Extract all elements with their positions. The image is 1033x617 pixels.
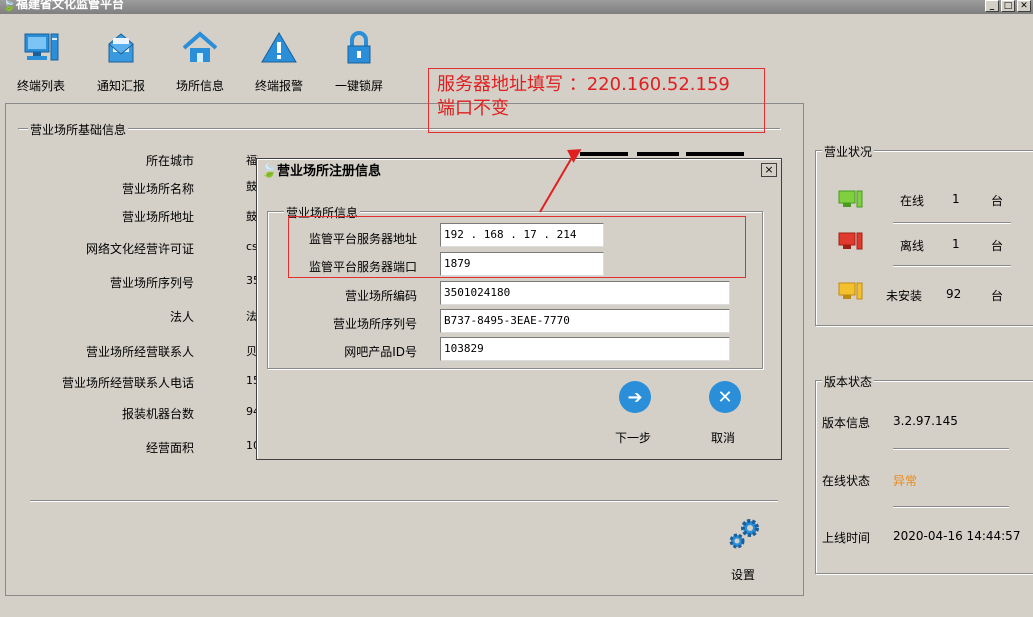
- window-buttons: _ □ ✕: [985, 0, 1031, 12]
- field-label-legal-person: 法人: [169, 310, 194, 324]
- status-count: 92: [946, 287, 962, 301]
- uptime-label: 上线时间: [822, 531, 871, 545]
- cancel-label[interactable]: 取消: [711, 429, 735, 446]
- field-label-serial: 营业场所序列号: [109, 276, 194, 290]
- toolbar-venue-info[interactable]: 场所信息: [170, 28, 230, 94]
- field-label-venue-address: 营业场所地址: [121, 210, 194, 224]
- product-id-label: 网吧产品ID号: [344, 345, 417, 359]
- version-separator: [893, 506, 1009, 507]
- redaction-bar: [637, 152, 679, 156]
- dialog-close-button[interactable]: ×: [761, 163, 777, 177]
- dialog-leaf-icon: 🍃: [261, 164, 278, 179]
- field-label-venue-name: 营业场所名称: [121, 182, 194, 196]
- toolbar-terminal-alarm[interactable]: 终端报警: [250, 28, 308, 94]
- app-leaf-icon: 🍃: [2, 0, 16, 12]
- status-count: 1: [952, 192, 960, 206]
- toolbar-lock-screen[interactable]: 一键锁屏: [330, 28, 388, 94]
- field-label-machines: 报装机器台数: [121, 407, 194, 421]
- toolbar-label: 场所信息: [175, 79, 224, 93]
- status-count: 1: [952, 237, 960, 251]
- envelope-icon: [108, 33, 134, 63]
- online-status-value: 异常: [893, 474, 918, 488]
- settings-gears-icon[interactable]: [726, 516, 762, 552]
- redaction-bar: [686, 152, 744, 156]
- dialog-title: 营业场所注册信息: [277, 164, 382, 179]
- version-status-title: 版本状态: [822, 373, 875, 390]
- product-id-input[interactable]: 103829: [440, 337, 730, 361]
- cancel-button[interactable]: ✕: [709, 381, 741, 413]
- home-icon: [182, 31, 218, 62]
- field-label-license: 网络文化经营许可证: [85, 242, 194, 256]
- not-installed-computer-icon: [838, 282, 863, 300]
- status-label: 离线: [900, 239, 925, 253]
- venue-serial-label: 营业场所序列号: [332, 317, 417, 331]
- business-status-title: 营业状况: [822, 143, 875, 160]
- status-unit: 台: [991, 289, 1004, 303]
- callout-line-2: 端口不变: [437, 98, 509, 119]
- callout-line-1: 服务器地址填写 ：220.160.52.159: [437, 74, 730, 95]
- maximize-button[interactable]: □: [1001, 0, 1015, 12]
- next-step-button[interactable]: ➔: [619, 381, 651, 413]
- toolbar-notify-report[interactable]: 通知汇报: [90, 28, 152, 94]
- field-label-contact-phone: 营业场所经营联系人电话: [61, 376, 194, 390]
- toolbar-label: 终端报警: [254, 79, 303, 93]
- close-x-icon: ✕: [717, 386, 733, 408]
- annotation-callout: 服务器地址填写 ：220.160.52.159 端口不变: [428, 68, 765, 133]
- window-title: 福建省文化监管平台: [16, 0, 125, 11]
- window-titlebar: 🍃 福建省文化监管平台 _ □ ✕: [0, 0, 1033, 14]
- computer-icon: [24, 33, 59, 61]
- venue-code-label: 营业场所编码: [344, 289, 417, 303]
- next-step-label[interactable]: 下一步: [615, 429, 651, 446]
- offline-computer-icon: [838, 232, 863, 250]
- uptime-value: 2020-04-16 14:44:57: [893, 529, 1021, 543]
- status-separator: [893, 265, 1011, 266]
- register-dialog: 🍃 营业场所注册信息 × 营业场所信息 监管平台服务器地址 192 . 168 …: [256, 158, 782, 460]
- status-label: 在线: [900, 194, 925, 208]
- status-label: 未安装: [886, 289, 923, 303]
- toolbar-label: 终端列表: [16, 79, 65, 93]
- lock-icon: [347, 31, 371, 64]
- field-label-contact: 营业场所经营联系人: [85, 345, 194, 359]
- toolbar-terminal-list[interactable]: 终端列表: [12, 28, 70, 94]
- field-label-area: 经营面积: [145, 441, 194, 455]
- dialog-titlebar: 🍃 营业场所注册信息: [259, 161, 779, 183]
- bottom-separator: [30, 500, 778, 501]
- venue-code-input[interactable]: 3501024180: [440, 281, 730, 305]
- online-status-label: 在线状态: [822, 474, 871, 488]
- venue-serial-input[interactable]: B737-8495-3EAE-7770: [440, 309, 730, 333]
- version-info-value: 3.2.97.145: [893, 414, 958, 428]
- warning-icon: [261, 32, 297, 63]
- basic-info-title: 营业场所基础信息: [28, 121, 129, 138]
- annotation-arrow-icon: [539, 149, 582, 213]
- status-separator: [893, 222, 1011, 223]
- minimize-button[interactable]: _: [985, 0, 999, 12]
- toolbar-label: 通知汇报: [96, 79, 145, 93]
- toolbar-label: 一键锁屏: [334, 79, 383, 93]
- status-unit: 台: [991, 239, 1004, 253]
- online-computer-icon: [838, 190, 863, 208]
- close-window-button[interactable]: ✕: [1017, 0, 1031, 12]
- highlight-box: [288, 216, 746, 278]
- status-unit: 台: [991, 194, 1004, 208]
- version-info-label: 版本信息: [822, 416, 871, 430]
- field-label-city: 所在城市: [145, 154, 194, 168]
- version-separator: [893, 448, 1009, 449]
- arrow-right-icon: ➔: [627, 386, 643, 408]
- settings-label[interactable]: 设置: [731, 566, 755, 583]
